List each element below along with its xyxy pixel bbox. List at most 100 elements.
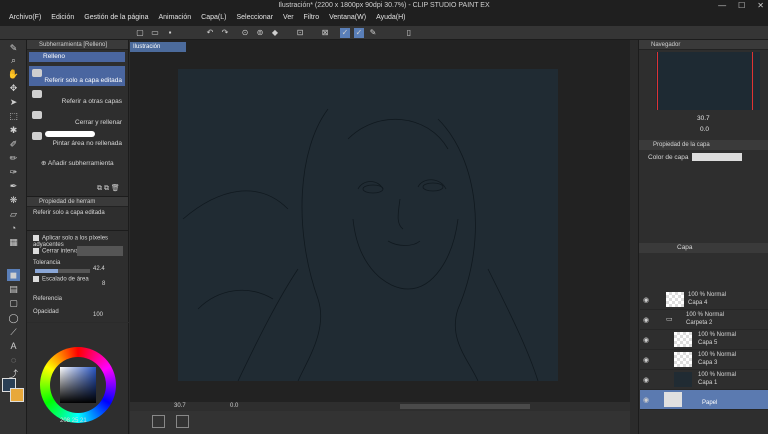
deselect-icon[interactable]: ⊠ bbox=[320, 28, 330, 38]
zoom-tool-icon[interactable]: ⌕ bbox=[7, 54, 20, 66]
blend-tool-icon[interactable]: ◔ bbox=[7, 222, 20, 234]
add-subtool-button[interactable]: ⊕ Añadir subherramienta bbox=[41, 159, 114, 167]
save-icon[interactable]: ▪ bbox=[165, 28, 175, 38]
pen-tool-icon[interactable]: ✎ bbox=[7, 42, 20, 54]
tool-property-name: Referir solo a capa editada bbox=[33, 210, 105, 216]
layer-color-swatch[interactable] bbox=[692, 153, 742, 161]
layer-row[interactable]: ◉ 100 % Normal Capa 5 bbox=[640, 330, 768, 350]
eye-icon[interactable]: ◉ bbox=[643, 296, 649, 304]
navigator-preview[interactable] bbox=[656, 52, 760, 110]
menu-ventana[interactable]: Ventana(W) bbox=[324, 12, 371, 26]
layer-row-selected[interactable]: ◉ Papel bbox=[640, 390, 768, 410]
selection-tool-icon[interactable]: ⬚ bbox=[7, 110, 20, 122]
close-gap-checkbox[interactable]: Cerrar intervalo bbox=[33, 248, 83, 255]
ruler-tool-icon[interactable]: ⟋ bbox=[7, 326, 20, 338]
gradient-tool-icon[interactable]: ▦ bbox=[7, 236, 20, 248]
subtool-item-paint-unfilled[interactable]: Pintar área no rellenada bbox=[29, 129, 125, 149]
fill-icon bbox=[32, 111, 42, 119]
brush-tool-icon[interactable]: ✑ bbox=[7, 166, 20, 178]
window-title: Ilustración* (2200 x 1800px 90dpi 30.7%)… bbox=[278, 2, 490, 9]
copy-icon[interactable]: ⧉ bbox=[97, 185, 102, 192]
eye-icon[interactable]: ◉ bbox=[643, 396, 649, 404]
balloon-tool-icon[interactable]: ◌ bbox=[7, 354, 20, 366]
artboard[interactable] bbox=[178, 69, 558, 382]
title-bar: Ilustración* (2200 x 1800px 90dpi 30.7%)… bbox=[0, 0, 768, 12]
navigator-zoom[interactable]: 30.7 bbox=[697, 115, 710, 122]
menu-edicion[interactable]: Edición bbox=[46, 12, 79, 26]
navigator-rotation[interactable]: 0.0 bbox=[700, 126, 709, 133]
eraser-tool-icon[interactable]: ▱ bbox=[7, 208, 20, 220]
menu-animacion[interactable]: Animación bbox=[153, 12, 196, 26]
subtool-item-close-fill[interactable]: Cerrar y rellenar bbox=[29, 108, 125, 128]
fill-tool-icon[interactable]: ◼ bbox=[7, 269, 20, 281]
menu-capa[interactable]: Capa(L) bbox=[196, 12, 231, 26]
subtool-item-edited-layer[interactable]: Referir solo a capa editada bbox=[29, 66, 125, 86]
snap-grid-icon[interactable]: ✎ bbox=[368, 28, 378, 38]
eye-icon[interactable]: ◉ bbox=[643, 376, 649, 384]
layer-row[interactable]: ◉ ▭ 100 % Normal Carpeta 2 bbox=[640, 310, 768, 330]
layer-property-header: Propiedad de la capa bbox=[639, 140, 768, 150]
menu-ver[interactable]: Ver bbox=[278, 12, 299, 26]
smartphone-icon[interactable]: ▯ bbox=[404, 28, 414, 38]
duplicate-icon[interactable]: ⧉ bbox=[104, 185, 109, 192]
auto-select-tool-icon[interactable]: ✱ bbox=[7, 124, 20, 136]
eye-icon[interactable]: ◉ bbox=[643, 316, 649, 324]
eye-icon[interactable]: ◉ bbox=[643, 336, 649, 344]
trash-icon[interactable]: 🗑 bbox=[111, 185, 120, 192]
layer-row[interactable]: ◉ 100 % Normal Capa 3 bbox=[640, 350, 768, 370]
sub-color-swatch[interactable] bbox=[10, 388, 24, 402]
area-scale-checkbox[interactable]: Escalado de área bbox=[33, 276, 89, 283]
figure-tool-icon[interactable]: ▢ bbox=[7, 297, 20, 309]
saturation-value-square[interactable] bbox=[60, 367, 96, 403]
transform-icon[interactable]: ⊡ bbox=[295, 28, 305, 38]
fill-icon[interactable]: ◆ bbox=[270, 28, 280, 38]
text-tool-icon[interactable]: A bbox=[7, 340, 20, 352]
layer-row[interactable]: ◉ 100 % Normal Capa 4 bbox=[640, 290, 768, 310]
open-file-icon[interactable]: ▭ bbox=[150, 28, 160, 38]
redo-icon[interactable]: ↷ bbox=[220, 28, 230, 38]
gradient-fill-icon[interactable]: ▤ bbox=[7, 283, 20, 295]
close-gap-selector[interactable] bbox=[77, 246, 123, 256]
menu-ayuda[interactable]: Ayuda(H) bbox=[371, 12, 410, 26]
bottom-toolbar bbox=[130, 411, 630, 434]
object-tool-icon[interactable]: ➤ bbox=[7, 96, 20, 108]
snap-ruler-icon[interactable]: ✓ bbox=[340, 28, 350, 38]
eye-icon[interactable]: ◉ bbox=[643, 356, 649, 364]
frame-icon[interactable] bbox=[152, 415, 165, 428]
decoration-tool-icon[interactable]: ❋ bbox=[7, 194, 20, 206]
clear-icon[interactable]: ⊙ bbox=[240, 28, 250, 38]
eyedropper-tool-icon[interactable]: ✐ bbox=[7, 138, 20, 150]
horizontal-scrollbar[interactable] bbox=[400, 404, 530, 409]
new-file-icon[interactable]: ▢ bbox=[135, 28, 145, 38]
close-icon[interactable]: ✕ bbox=[757, 1, 764, 10]
tolerance-slider[interactable] bbox=[35, 269, 90, 273]
zoom-readout[interactable]: 30.7 bbox=[174, 403, 186, 409]
subtool-group-tab[interactable]: Relleno bbox=[29, 52, 125, 62]
grid-icon[interactable] bbox=[176, 415, 189, 428]
move-tool-icon[interactable]: ✥ bbox=[7, 82, 20, 94]
layer-color-label: Color de capa bbox=[648, 154, 689, 161]
maximize-icon[interactable]: ☐ bbox=[738, 1, 745, 10]
minimize-icon[interactable]: — bbox=[718, 1, 726, 10]
snap-special-ruler-icon[interactable]: ✓ bbox=[354, 28, 364, 38]
menu-gestion-pagina[interactable]: Gestión de la página bbox=[79, 12, 153, 26]
menu-bar: Archivo(F) Edición Gestión de la página … bbox=[0, 12, 768, 26]
subtool-item-other-layers[interactable]: Referir a otras capas bbox=[29, 87, 125, 107]
color-values: 208 25 21 bbox=[60, 418, 87, 424]
color-wheel-panel: 208 25 21 bbox=[27, 323, 129, 434]
undo-icon[interactable]: ↶ bbox=[205, 28, 215, 38]
hand-tool-icon[interactable]: ✋ bbox=[7, 68, 20, 80]
menu-archivo[interactable]: Archivo(F) bbox=[4, 12, 46, 26]
pencil-tool-icon[interactable]: ✏ bbox=[7, 152, 20, 164]
fill-icon bbox=[32, 69, 42, 77]
airbrush-tool-icon[interactable]: ✒ bbox=[7, 180, 20, 192]
layer-row[interactable]: ◉ 100 % Normal Capa 1 bbox=[640, 370, 768, 390]
document-tab[interactable]: Ilustración bbox=[130, 42, 186, 52]
rotation-readout[interactable]: 0.0 bbox=[230, 403, 238, 409]
opacity-value: 100 bbox=[93, 312, 104, 318]
menu-filtro[interactable]: Filtro bbox=[299, 12, 325, 26]
clear-outside-icon[interactable]: ⊚ bbox=[255, 28, 265, 38]
layer-thumbnail bbox=[674, 352, 692, 367]
frame-tool-icon[interactable]: ◯ bbox=[7, 312, 20, 324]
menu-seleccionar[interactable]: Seleccionar bbox=[231, 12, 278, 26]
